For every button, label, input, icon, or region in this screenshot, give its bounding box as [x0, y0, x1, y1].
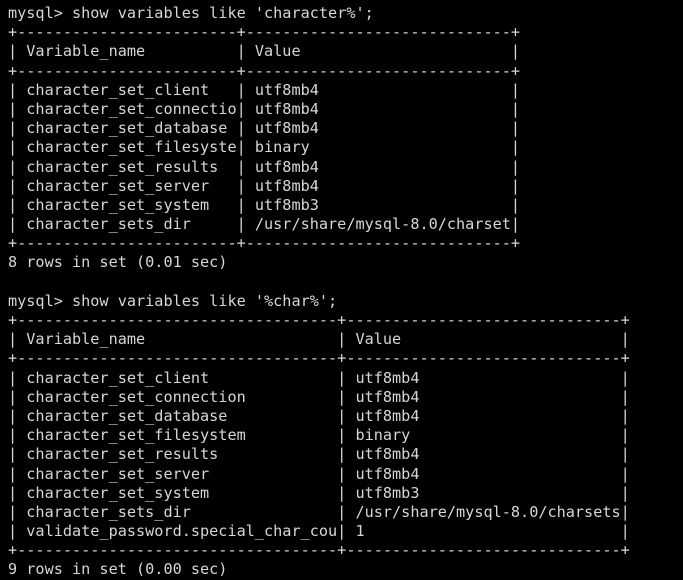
table-bottom-border-1: +------------------------+--------------… — [8, 234, 521, 253]
table-top-border-2: +-----------------------------------+---… — [8, 311, 630, 329]
table-header-row-1: | Variable_name | Value | — [8, 42, 521, 61]
table-row: | character_set_system | utf8mb3 | — [8, 195, 521, 214]
terminal-screen[interactable]: mysql> show variables like 'character%';… — [0, 0, 683, 579]
table-row: | character_set_filesyste| binary | — [8, 138, 521, 157]
table-row: | character_set_connection | utf8mb4 | — [8, 387, 630, 406]
table-header-separator-2: +-----------------------------------+---… — [8, 349, 630, 368]
table-header-row-2: | Variable_name | Value | — [8, 330, 630, 349]
table-row: | character_set_connectio| utf8mb4 | — [8, 99, 521, 118]
table-top-border-1: +------------------------+--------------… — [8, 23, 521, 42]
table-row: | character_set_client | utf8mb4 | — [8, 368, 630, 387]
table-row: | character_set_system | utf8mb3 | — [8, 483, 630, 502]
table-row: | character_set_server | utf8mb4 | — [8, 464, 630, 483]
table-bottom-border-2: +-----------------------------------+---… — [8, 541, 630, 560]
table-row: | character_set_server | utf8mb4 | — [8, 176, 521, 195]
result-status-2: 9 rows in set (0.00 sec) — [8, 560, 228, 579]
table-row: | character_set_database | utf8mb4 | — [8, 406, 630, 425]
table-row: | validate_password.special_char_cou| 1 … — [8, 522, 630, 541]
table-row: | character_sets_dir | /usr/share/mysql-… — [8, 215, 521, 234]
table-row: | character_sets_dir | /usr/share/mysql-… — [8, 502, 630, 521]
table-row: | character_set_results | utf8mb4 | — [8, 157, 521, 176]
table-row: | character_set_results | utf8mb4 | — [8, 445, 630, 464]
prompt-line-1: mysql> show variables like 'character%'; — [8, 4, 374, 22]
table-header-separator-1: +------------------------+--------------… — [8, 61, 521, 80]
table-row: | character_set_database | utf8mb4 | — [8, 119, 521, 138]
table-row: | character_set_filesystem | binary | — [8, 426, 630, 445]
prompt-line-2: mysql> show variables like '%char%'; — [8, 291, 338, 310]
result-status-1: 8 rows in set (0.01 sec) — [8, 253, 228, 272]
table-row: | character_set_client | utf8mb4 | — [8, 80, 521, 99]
